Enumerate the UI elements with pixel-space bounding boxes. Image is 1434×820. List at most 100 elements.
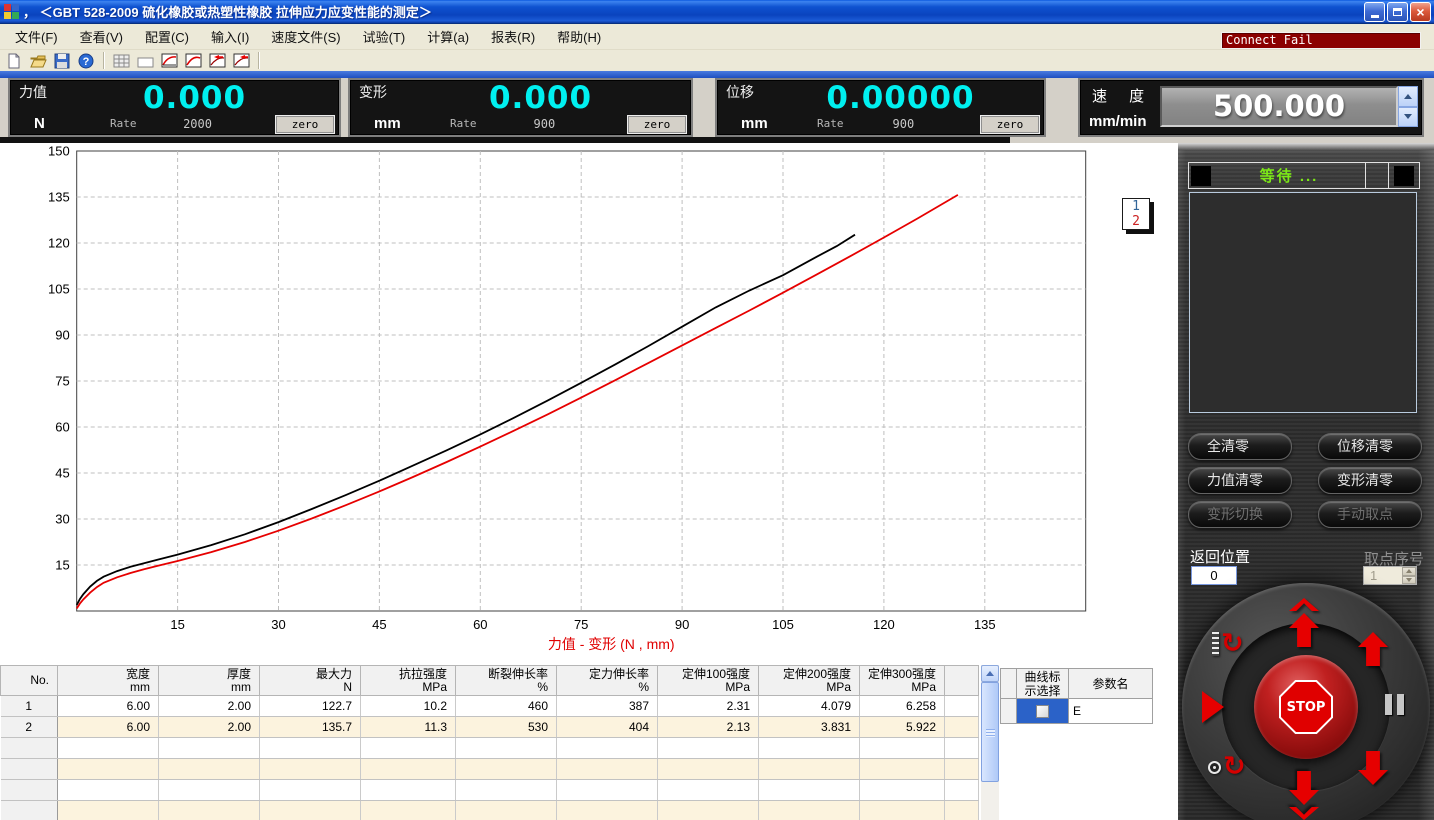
result-cell <box>159 801 260 820</box>
zero-button[interactable]: zero <box>276 116 334 133</box>
export-curve-2-icon[interactable] <box>231 51 251 70</box>
curve-show-checkbox[interactable] <box>1036 705 1049 718</box>
menu-item-4[interactable]: 速度文件(S) <box>260 24 351 49</box>
jog-down-fast-button[interactable] <box>1289 771 1319 820</box>
menu-item-2[interactable]: 配置(C) <box>134 24 200 49</box>
menu-item-7[interactable]: 报表(R) <box>480 24 546 49</box>
stress-strain-chart: 1530456075901051201351501530456075901051… <box>0 143 1178 665</box>
point-index-input[interactable]: 1 <box>1364 567 1402 584</box>
speed-spin-up-button[interactable] <box>1398 86 1418 107</box>
result-cell <box>945 801 979 820</box>
result-cell <box>658 780 759 801</box>
export-curve-1-icon[interactable] <box>207 51 227 70</box>
machine-status-text: 等待 ... <box>1213 165 1365 186</box>
result-cell <box>945 780 979 801</box>
result-cell: 460 <box>456 696 557 717</box>
table-row[interactable]: 16.002.00122.710.24603872.314.0796.258 <box>1 696 979 717</box>
jog-up-button[interactable] <box>1358 632 1388 666</box>
point-index-up-button[interactable] <box>1402 567 1416 576</box>
row-number-cell: 2 <box>1 717 58 738</box>
menu-item-0[interactable]: 文件(F) <box>4 24 69 49</box>
open-folder-icon[interactable] <box>28 51 48 70</box>
result-cell <box>860 780 945 801</box>
scrollbar-up-button[interactable] <box>981 665 999 682</box>
result-cell: 5.922 <box>860 717 945 738</box>
up-arrow-icon <box>986 671 994 676</box>
down-arrow-icon <box>1406 578 1412 582</box>
table-row[interactable]: 26.002.00135.711.35304042.133.8315.922 <box>1 717 979 738</box>
speed-label: 速 度 <box>1092 85 1153 106</box>
minimize-button[interactable] <box>1364 2 1385 22</box>
rate-value: 900 <box>534 117 556 131</box>
run-button[interactable] <box>1202 691 1224 723</box>
svg-text:15: 15 <box>170 617 184 632</box>
new-file-icon[interactable] <box>4 51 24 70</box>
up-arrow-icon <box>1289 613 1319 647</box>
svg-text:135: 135 <box>974 617 996 632</box>
app-icon <box>4 4 19 19</box>
header-line2: 示选择 <box>1024 684 1060 698</box>
row-selector[interactable] <box>1001 699 1017 724</box>
jog-up-fast-button[interactable] <box>1289 598 1319 647</box>
rotate-arrow-icon: ↻ <box>1221 632 1244 656</box>
menu-item-8[interactable]: 帮助(H) <box>546 24 612 49</box>
menu-item-6[interactable]: 计算(a) <box>416 24 480 49</box>
result-cell <box>58 780 159 801</box>
control-button-2[interactable]: 力值清零 <box>1188 467 1292 494</box>
menu-item-3[interactable]: 输入(I) <box>200 24 260 49</box>
result-cell <box>860 738 945 759</box>
column-header: 定伸300强度MPa <box>860 666 945 696</box>
control-button-1[interactable]: 位移清零 <box>1318 433 1422 460</box>
curve-select-corner <box>1001 669 1017 699</box>
help-icon[interactable]: ? <box>76 51 96 70</box>
table-row[interactable] <box>1 738 979 759</box>
menu-item-5[interactable]: 试验(T) <box>352 24 417 49</box>
rate-label: Rate <box>817 117 844 130</box>
speed-value[interactable]: 500.000 <box>1160 86 1398 127</box>
zero-button[interactable]: zero <box>628 116 686 133</box>
chart-legend[interactable]: 12 <box>1122 198 1150 230</box>
close-button[interactable]: × <box>1410 2 1431 22</box>
toolbar-separator <box>258 52 259 69</box>
scrollbar-thumb[interactable] <box>981 682 999 782</box>
result-cell: 6.00 <box>58 717 159 738</box>
point-index-down-button[interactable] <box>1402 576 1416 585</box>
data-grid-icon[interactable] <box>111 51 131 70</box>
table-row[interactable] <box>1 759 979 780</box>
svg-text:?: ? <box>83 56 90 68</box>
zero-button[interactable]: zero <box>981 116 1039 133</box>
jog-speed-high-icon[interactable]: ↻ <box>1212 632 1244 656</box>
save-icon[interactable] <box>52 51 72 70</box>
table-row[interactable] <box>1 801 979 820</box>
stop-button[interactable]: STOP <box>1254 655 1358 759</box>
return-position-input[interactable]: 0 <box>1191 566 1237 585</box>
control-button-0[interactable]: 全清零 <box>1188 433 1292 460</box>
row-number-cell <box>1 780 58 801</box>
legend-item-2[interactable]: 2 <box>1132 214 1140 229</box>
stop-label: STOP <box>1281 682 1331 732</box>
table-row[interactable] <box>1 780 979 801</box>
result-cell <box>361 759 456 780</box>
svg-text:30: 30 <box>271 617 285 632</box>
svg-text:75: 75 <box>55 374 69 389</box>
message-display <box>1189 192 1417 413</box>
curve-chart-small-icon[interactable] <box>159 51 179 70</box>
jog-down-button[interactable] <box>1358 751 1388 785</box>
curve-show-cell[interactable] <box>1017 699 1069 724</box>
menu-item-1[interactable]: 查看(V) <box>69 24 134 49</box>
jog-speed-low-icon[interactable]: ↻ <box>1208 755 1246 779</box>
result-cell <box>260 780 361 801</box>
speed-panel: 速 度 mm/min 500.000 <box>1078 78 1424 137</box>
meter-value: 0.00000 <box>717 80 1044 116</box>
curve-chart-large-icon[interactable] <box>183 51 203 70</box>
scale-icon <box>1212 632 1219 656</box>
blank-report-icon[interactable] <box>135 51 155 70</box>
legend-item-1[interactable]: 1 <box>1132 199 1140 214</box>
control-button-3[interactable]: 变形清零 <box>1318 467 1422 494</box>
speed-spin-down-button[interactable] <box>1398 107 1418 128</box>
pause-button[interactable] <box>1385 694 1404 715</box>
result-cell <box>159 759 260 780</box>
restore-button[interactable] <box>1387 2 1408 22</box>
results-scrollbar[interactable] <box>981 665 999 820</box>
result-cell <box>945 717 979 738</box>
